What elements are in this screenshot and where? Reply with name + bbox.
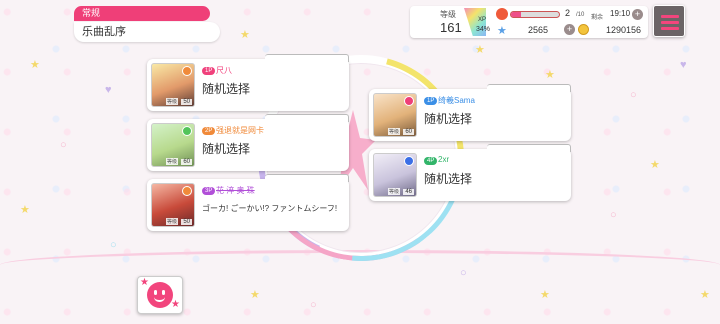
xp-percent: 34% [476, 26, 491, 33]
avatar: 等级 50 [151, 183, 195, 227]
star-gem-icon: ★ [497, 25, 507, 37]
star-deco: ★ [20, 204, 30, 216]
player-rank: 4P [424, 157, 438, 165]
player-name: 花 淬 奥 珠 [216, 186, 255, 195]
star-icon: ★ [171, 299, 180, 310]
menu-button[interactable] [653, 5, 685, 37]
attribute-icon [182, 126, 192, 136]
card-level: 46 [403, 189, 414, 195]
song-choice: 随机选择 [202, 82, 251, 96]
menu-line [661, 27, 679, 30]
player-name: 2xr [438, 155, 450, 164]
flame-icon [496, 8, 508, 20]
card-tab [487, 144, 571, 152]
player-card[interactable]: 等级 46 4P 2xr 随机选择 [369, 144, 571, 201]
player-name: 强退就是网卡 [216, 126, 264, 135]
card-tab [265, 174, 349, 182]
ring-deco: ○ [630, 89, 637, 101]
star-deco: ★ [240, 29, 250, 41]
add-stamina-icon[interactable]: + [632, 9, 643, 20]
card-tab [265, 54, 349, 62]
player-rank: 2P [202, 127, 216, 135]
attribute-icon [404, 96, 414, 106]
card-tab [487, 84, 571, 92]
ring-deco: ○ [110, 239, 117, 251]
player-rank: 1P [202, 67, 216, 75]
level-value: 161 [440, 20, 462, 35]
avatar: 等级 60 [373, 93, 417, 137]
coin-icon [578, 24, 589, 35]
star-deco: ★ [650, 159, 660, 171]
menu-line [661, 21, 679, 24]
mode-tag: 常规 [74, 6, 210, 21]
player-card[interactable]: 等级 50 3P 花 淬 奥 珠 ゴーカ! ごーかい!? ファントムシーフ! [147, 174, 349, 231]
attribute-icon [182, 66, 192, 76]
stamina-count: 2 [565, 8, 571, 18]
card-level: 50 [181, 99, 192, 105]
attribute-icon [182, 186, 192, 196]
heart-deco: ♥ [680, 59, 687, 71]
ring-deco: ○ [610, 209, 617, 221]
card-level: 50 [181, 219, 192, 225]
song-choice: 随机选择 [424, 172, 473, 186]
level-label: 等级 [166, 98, 179, 105]
stamina-fill [511, 12, 521, 17]
avatar: 等级 46 [373, 153, 417, 197]
remain-label: 剩余 [591, 15, 604, 21]
stamp-button[interactable]: ★ ★ [137, 276, 183, 314]
gem-count: 2565 [528, 25, 549, 35]
level-label: 等级 [166, 218, 179, 225]
coin-count: 1290156 [606, 25, 642, 35]
stamina-bar [510, 11, 560, 18]
avatar: 等级 60 [151, 123, 195, 167]
xp-label: XP [478, 17, 487, 23]
menu-line [661, 15, 679, 18]
stamina-max: /10 [576, 12, 585, 18]
star-deco: ★ [540, 289, 550, 301]
star-deco: ★ [545, 69, 555, 81]
stamp-face-icon [147, 282, 173, 308]
ring-deco: ○ [310, 299, 317, 311]
star-deco: ★ [250, 289, 260, 301]
ring-deco: ○ [60, 139, 67, 151]
mode-song-setting: 乐曲乱序 [74, 22, 220, 42]
card-level: 60 [181, 159, 192, 165]
card-tab [265, 114, 349, 122]
player-card[interactable]: 等级 60 1P 绮羲Sama 随机选择 [369, 84, 571, 141]
heart-deco: ♥ [105, 84, 112, 96]
level-label: 等级 [440, 10, 456, 19]
level-label: 等级 [388, 188, 401, 195]
star-deco: ★ [700, 289, 710, 301]
player-name: 绮羲Sama [438, 96, 475, 105]
level-label: 等级 [388, 128, 401, 135]
player-rank: 1P [424, 97, 438, 105]
card-level: 60 [403, 129, 414, 135]
player-card[interactable]: 等级 50 1P 尺八 随机选择 [147, 54, 349, 111]
song-choice: 随机选择 [424, 112, 473, 126]
star-deco: ★ [475, 44, 485, 56]
level-label: 等级 [166, 158, 179, 165]
player-card[interactable]: 等级 60 2P 强退就是网卡 随机选择 [147, 114, 349, 171]
add-gem-icon[interactable]: + [564, 24, 575, 35]
remain-time: 19:10 [610, 9, 631, 18]
star-icon: ★ [140, 277, 149, 288]
attribute-icon [404, 156, 414, 166]
player-status-panel: 等级 161 XP 34% 2 /10 剩余 19:10 + ★ 2565 + … [410, 6, 648, 38]
live-mode-label: 常规 乐曲乱序 [74, 6, 220, 42]
player-rank: 3P [202, 187, 216, 195]
song-choice: 随机选择 [202, 142, 251, 156]
player-name: 尺八 [216, 66, 232, 75]
avatar: 等级 50 [151, 63, 195, 107]
song-choice: ゴーカ! ごーかい!? ファントムシーフ! [202, 204, 338, 213]
star-deco: ★ [30, 59, 40, 71]
